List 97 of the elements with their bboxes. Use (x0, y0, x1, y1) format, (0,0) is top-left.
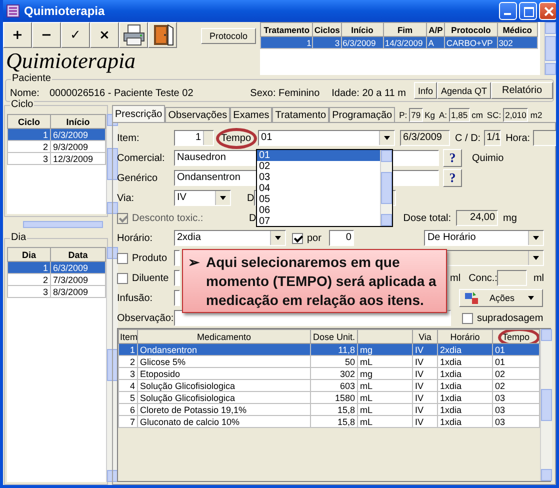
field-label: Nome: (10, 88, 40, 99)
table-cell: 2 (118, 356, 138, 368)
field-label: Genérico (117, 172, 159, 184)
table-cell: 6/3/2009 (341, 36, 384, 48)
table-cell: mL (358, 356, 412, 368)
checkbox-label: supradosagem (477, 312, 544, 324)
table-cell: Solução Glicofisiologica (138, 380, 310, 392)
readonly-field: 2,010 (503, 108, 528, 122)
table-cell: 6/3/2009 (50, 128, 106, 140)
field-label: Observação: (117, 312, 174, 324)
table-cell: mL (358, 380, 412, 392)
table-cell: 2 (8, 274, 50, 286)
readonly-field: 1,85 (449, 108, 470, 122)
field-label: Item: (117, 132, 140, 144)
table-cell: IV (412, 368, 438, 380)
field-label: D (249, 212, 256, 224)
table-cell: 9/3/2009 (50, 140, 106, 152)
table-cell: Etoposido (138, 368, 310, 380)
field-label: D (247, 192, 254, 204)
table-cell: mL (358, 404, 412, 416)
table-cell: mg (358, 344, 412, 356)
field-label: Comercial: (117, 152, 166, 164)
table-cell: Glicose 5% (138, 356, 310, 368)
table-cell: 3 (8, 286, 50, 298)
window-title: Quimioterapia (24, 4, 106, 18)
table-cell: 1xdia (438, 404, 492, 416)
table-cell: IV (412, 416, 438, 428)
table-cell: 50 (310, 356, 358, 368)
table-cell: 1 (8, 262, 50, 274)
unit-label: cm (472, 110, 483, 120)
field-label: A: (439, 110, 448, 120)
table-cell: CARBO+VP (444, 36, 498, 48)
table-cell: 1xdia (438, 416, 492, 428)
field-label: SC: (486, 110, 502, 120)
field-label: ml (450, 272, 461, 284)
table-cell: IV (412, 404, 438, 416)
table-cell: 4 (118, 380, 138, 392)
table-cell: 603 (310, 380, 358, 392)
field-label: C / D: (455, 132, 481, 144)
field-label: Horário: (117, 232, 154, 244)
table-cell: 6/3/2009 (50, 262, 106, 274)
checkbox-label: por (307, 232, 322, 244)
table-cell: mg (358, 368, 412, 380)
table-cell: 15,8 (310, 416, 358, 428)
patient-age: Idade: 20 a 11 m (332, 88, 406, 99)
table-cell: 1580 (310, 392, 358, 404)
field-label: Infusão: (117, 292, 154, 304)
patient-sex: Sexo: Feminino (250, 88, 320, 99)
table-cell: 3 (118, 368, 138, 380)
table-cell: 3 (8, 152, 50, 164)
table-cell: IV (412, 380, 438, 392)
checkbox-label: Desconto toxic.: (132, 212, 204, 224)
field-label: Conc.: (468, 272, 498, 284)
table-cell: 1 (260, 36, 313, 48)
table-cell: IV (412, 356, 438, 368)
unit-label: m2 (530, 110, 542, 120)
table-cell: 1xdia (438, 368, 492, 380)
field-label: ml (533, 272, 544, 284)
table-cell: 11,8 (310, 344, 358, 356)
table-cell: 1xdia (438, 356, 492, 368)
table-cell: mL (358, 416, 412, 428)
table-cell: 8/3/2009 (50, 286, 106, 298)
field-label: Dose total: (403, 212, 452, 224)
table-cell: Solução Glicofisiologica (138, 392, 310, 404)
field-label: mg (503, 212, 517, 224)
table-cell: 1 (118, 344, 138, 356)
app-heading: Quimioterapia (6, 48, 137, 73)
table-cell: 7/3/2009 (50, 274, 106, 286)
table-cell: 2 (8, 140, 50, 152)
table-cell: 1xdia (438, 380, 492, 392)
table-cell: 1 (8, 128, 50, 140)
table-cell: 2xdia (438, 344, 492, 356)
table-cell: mL (358, 392, 412, 404)
field-label: Hora: (506, 132, 530, 144)
table-cell: 12/3/2009 (50, 152, 106, 164)
readonly-field: 79 (409, 108, 423, 122)
checkbox-label: Diluente (132, 272, 169, 284)
field-label: P: (399, 110, 408, 120)
table-cell: Gluconato de calcio 10% (138, 416, 310, 428)
table-cell: IV (412, 392, 438, 404)
table-cell: Ondansentron (138, 344, 310, 356)
field-label: Via: (117, 192, 136, 204)
bullet-icon: ➢ (188, 253, 200, 272)
table-cell: 6 (118, 404, 138, 416)
checkbox-label: Produto (132, 252, 168, 264)
table-cell: 5 (118, 392, 138, 404)
table-cell: 7 (118, 416, 138, 428)
table-cell: Cloreto de Potassio 19,1% (138, 404, 310, 416)
table-cell: 1xdia (438, 392, 492, 404)
table-cell: 302 (310, 368, 358, 380)
patient-name: 0000026516 - Paciente Teste 02 (49, 88, 194, 99)
table-cell: 15,8 (310, 404, 358, 416)
field-label: Quimio (472, 152, 504, 164)
callout-text: Aqui selecionaremos em que momento (TEMPO) será aplicada a medicação em relação aos itens. (206, 253, 438, 310)
table-cell: 01 (492, 344, 540, 356)
unit-label: Kg (424, 110, 435, 120)
field-label: Tempo (221, 132, 252, 144)
